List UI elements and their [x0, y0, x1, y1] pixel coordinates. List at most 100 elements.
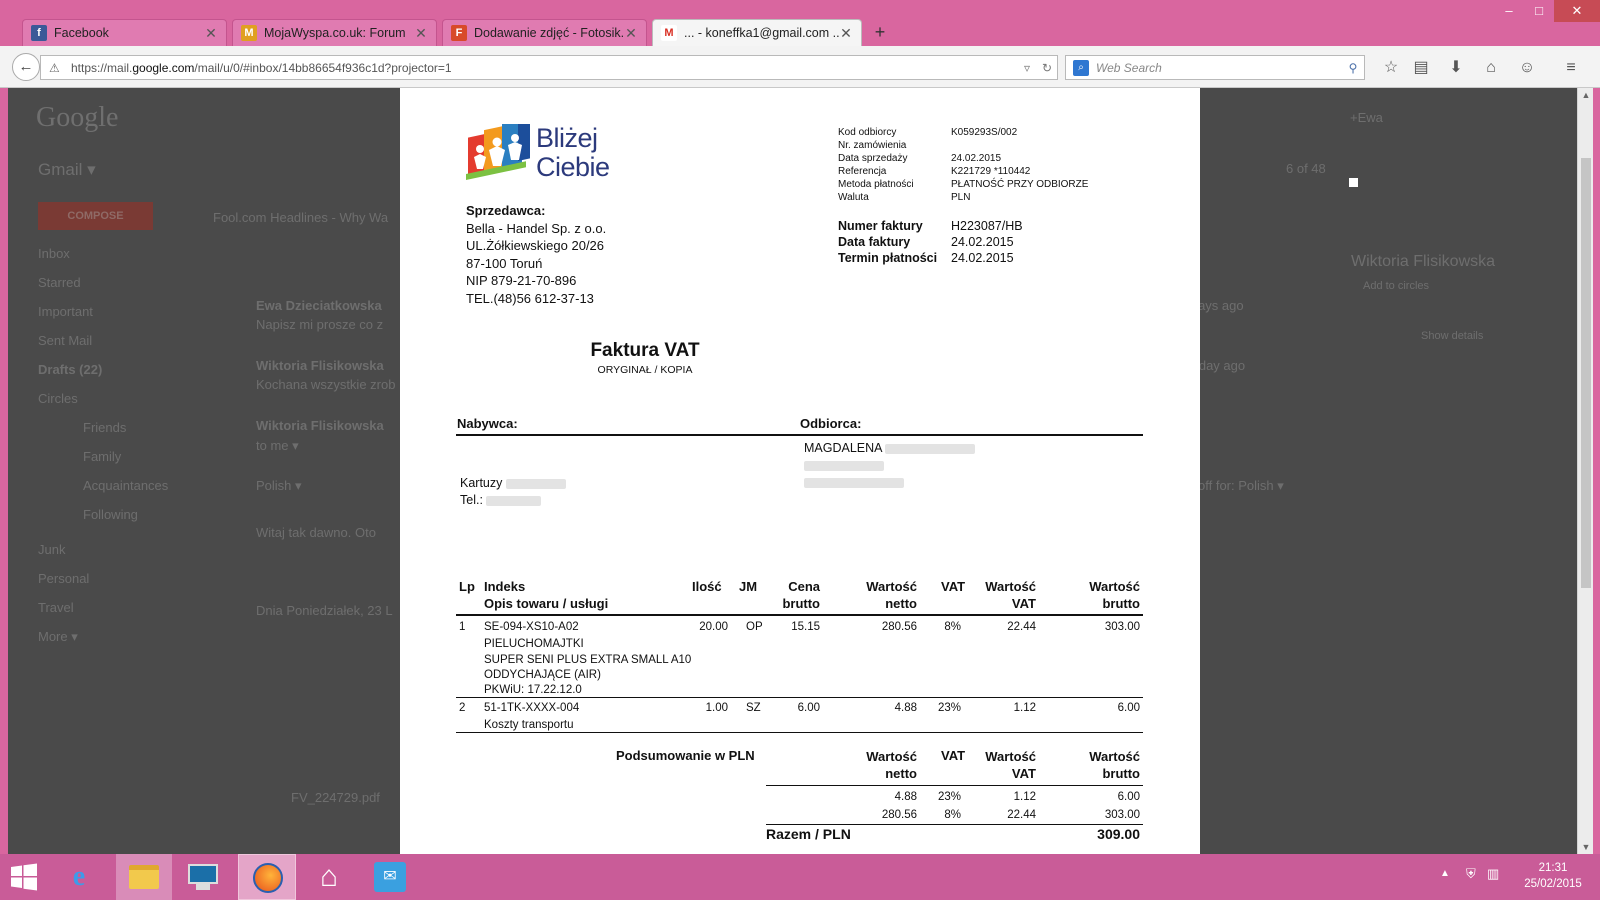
party-divider [456, 434, 1143, 436]
warning-icon[interactable]: ⚠ [49, 61, 65, 75]
add-to-circles-button[interactable]: Add to circles [1363, 280, 1429, 292]
minimize-button[interactable]: – [1494, 0, 1524, 22]
tab-fotosik[interactable]: F Dodawanie zdjęć - Fotosik.pl ✕ [442, 19, 647, 46]
recipient-name: MAGDALENA [804, 441, 976, 455]
summary-gross: 6.00 [1117, 791, 1140, 803]
close-window-button[interactable]: ✕ [1554, 0, 1600, 22]
file-explorer-icon[interactable] [116, 854, 172, 900]
nav-following[interactable]: Following [83, 507, 138, 522]
menu-icon[interactable]: ≡ [1560, 57, 1582, 79]
invoice-date-row: Data faktury 24.02.2015 [838, 235, 1014, 249]
nav-drafts[interactable]: Drafts (22) [38, 362, 102, 377]
close-tab-icon[interactable]: ✕ [204, 25, 218, 42]
maximize-button[interactable]: □ [1524, 0, 1554, 22]
nav-sent[interactable]: Sent Mail [38, 333, 92, 348]
internet-explorer-icon[interactable]: e [62, 860, 96, 894]
col-net: Wartość netto [866, 579, 917, 611]
taskbar: e ⌂ ✉ ▲ ⛨ ▥ 21:31 25/02/2015 [0, 854, 1600, 900]
search-engine-icon[interactable]: ⌕ [1066, 56, 1096, 79]
nav-important[interactable]: Important [38, 304, 93, 319]
nav-circles[interactable]: Circles [38, 391, 78, 406]
download-icon[interactable]: ⬇ [1445, 57, 1467, 79]
computer-icon[interactable] [186, 862, 220, 892]
page-scrollbar[interactable]: ▲ ▼ [1577, 88, 1593, 854]
store-icon[interactable]: ✉ [374, 862, 406, 892]
clock-date: 25/02/2015 [1524, 878, 1582, 890]
seller-line: UL.Żółkiewskiego 20/26 [466, 238, 605, 253]
chat-icon[interactable]: ☺ [1516, 57, 1538, 79]
gmail-app-label[interactable]: Gmail ▾ [38, 160, 96, 180]
thread-snippet: Kochana wszystkie zrob [256, 377, 396, 392]
summary-gross: 303.00 [1104, 809, 1140, 821]
clock-time: 21:31 [1538, 862, 1568, 874]
search-box[interactable]: ⌕ Web Search ⚲ [1065, 55, 1365, 80]
seller-line: 87-100 Toruń [466, 255, 543, 271]
thread-sender[interactable]: Wiktoria Flisikowska [256, 358, 384, 373]
invoice-document: Bliżej Ciebie Kod odbiorcy K059293S/002 N… [400, 88, 1200, 854]
search-icon[interactable]: ⚲ [1342, 61, 1364, 75]
scroll-up-icon[interactable]: ▲ [1578, 90, 1594, 100]
thread-sender[interactable]: Wiktoria Flisikowska [256, 418, 384, 433]
nav-friends[interactable]: Friends [83, 420, 126, 435]
taskbar-clock[interactable]: 21:31 25/02/2015 [1520, 860, 1586, 892]
reload-icon[interactable]: ↻ [1037, 61, 1057, 75]
compose-button[interactable]: COMPOSE [38, 202, 153, 230]
google-plus-user[interactable]: +Ewa [1350, 110, 1383, 125]
back-button[interactable]: ← [12, 53, 40, 81]
summary-col-net: Wartość netto [866, 749, 917, 781]
show-details-link[interactable]: Show details [1421, 330, 1483, 342]
buyer-heading: Nabywca: [457, 416, 518, 431]
nav-more[interactable]: More ▾ [38, 629, 78, 645]
home-app-icon[interactable]: ⌂ [312, 860, 346, 894]
new-tab-button[interactable]: + [870, 22, 890, 42]
windows-start-icon[interactable] [10, 863, 38, 891]
dropdown-arrow-icon[interactable]: ▿ [1017, 61, 1037, 75]
translate-toggle[interactable]: off for: Polish ▾ [1198, 478, 1284, 494]
meta-row: Nr. zamówienia [838, 140, 907, 151]
scroll-down-icon[interactable]: ▼ [1578, 842, 1594, 852]
invoice-number-row: Numer faktury H223087/HB [838, 219, 1023, 233]
nav-junk[interactable]: Junk [38, 542, 65, 557]
meta-row: Kod odbiorcy K059293S/002 [838, 127, 1018, 138]
nav-personal[interactable]: Personal [38, 571, 89, 586]
bookmark-star-icon[interactable]: ☆ [1380, 57, 1402, 79]
col-gross: Wartość brutto [1089, 579, 1140, 611]
seller-block: Sprzedawca: Bella - Handel Sp. z o.o. UL… [466, 202, 606, 307]
meta-row: Referencja K221729 *110442 [838, 166, 1031, 177]
language-selector[interactable]: Polish ▾ [256, 478, 302, 494]
bookmarks-list-icon[interactable]: ▤ [1410, 57, 1432, 79]
close-tab-icon[interactable]: ✕ [414, 25, 428, 42]
nav-inbox[interactable]: Inbox [38, 246, 70, 261]
summary-vat: 8% [944, 809, 961, 821]
tab-facebook[interactable]: f Facebook ✕ [22, 19, 227, 46]
home-icon[interactable]: ⌂ [1480, 57, 1502, 79]
seller-line: TEL.(48)56 612-37-13 [466, 290, 594, 306]
close-tab-icon[interactable]: ✕ [624, 25, 638, 42]
firefox-icon[interactable] [238, 854, 296, 900]
scrollbar-thumb[interactable] [1581, 158, 1591, 588]
nav-acquaintances[interactable]: Acquaintances [83, 478, 168, 493]
thread-sender[interactable]: Ewa Dzieciatkowska [256, 298, 382, 313]
attachment-name[interactable]: FV_224729.pdf [291, 790, 380, 805]
payment-due-row: Termin płatności 24.02.2015 [838, 251, 1014, 265]
search-input[interactable]: Web Search [1096, 61, 1342, 75]
logo-figures-icon [466, 114, 530, 180]
page-count: 6 of 48 [1286, 161, 1326, 176]
recipient-heading: Odbiorca: [800, 416, 862, 431]
tab-mojawyspa[interactable]: M MojaWyspa.co.uk: Forum ✕ [232, 19, 437, 46]
nav-starred[interactable]: Starred [38, 275, 81, 290]
tray-security-icon[interactable]: ⛨ [1466, 866, 1476, 882]
col-vat: VAT [941, 579, 966, 594]
google-logo: Google [36, 102, 119, 133]
nav-family[interactable]: Family [83, 449, 121, 464]
customer-meta-table: Kod odbiorcy K059293S/002 Nr. zamówienia … [838, 126, 1088, 204]
tab-gmail[interactable]: M ... - koneffka1@gmail.com ... ✕ [652, 19, 862, 46]
address-bar[interactable]: ⚠ https://mail.google.com/mail/u/0/#inbo… [40, 55, 1058, 80]
nav-travel[interactable]: Travel [38, 600, 74, 615]
summary-title: Podsumowanie w PLN [616, 748, 755, 763]
contact-name[interactable]: Wiktoria Flisikowska [1351, 253, 1495, 271]
tray-network-icon[interactable]: ▥ [1487, 866, 1499, 882]
tab-label: Facebook [54, 26, 109, 40]
tray-expand-icon[interactable]: ▲ [1440, 868, 1450, 879]
close-tab-icon[interactable]: ✕ [839, 25, 853, 42]
